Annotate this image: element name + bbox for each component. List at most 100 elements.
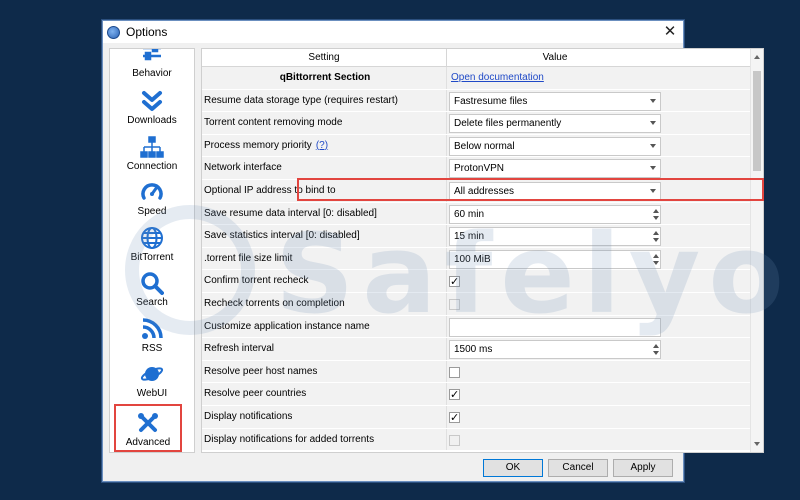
added-torrent-notifications-checkbox[interactable] xyxy=(449,434,460,446)
advanced-settings-table: Setting Value qBittorrent Section Open d… xyxy=(201,48,764,453)
torrent-size-limit-spinbox[interactable]: 100 MiB xyxy=(449,249,661,269)
table-row: Resolve peer countries ✓ xyxy=(202,383,763,406)
help-link[interactable]: (?) xyxy=(316,140,328,151)
setting-label: Display notifications xyxy=(202,405,447,428)
sidebar-item-search[interactable]: Search xyxy=(110,264,194,310)
sidebar-item-bittorrent[interactable]: BitTorrent xyxy=(110,219,194,265)
table-row: Save statistics interval [0: disabled] 1… xyxy=(202,225,763,248)
table-row: Recheck torrents on completion xyxy=(202,292,763,316)
sidebar-item-downloads[interactable]: Downloads xyxy=(110,82,194,128)
dropdown-value: ProtonVPN xyxy=(454,163,505,175)
bind-ip-dropdown[interactable]: All addresses xyxy=(449,181,661,201)
dropdown-value: Below normal xyxy=(454,140,515,152)
spin-down-icon[interactable] xyxy=(653,260,659,265)
setting-label: Torrent content removing mode xyxy=(202,112,447,134)
table-row: Display notifications ✓ xyxy=(202,405,763,429)
table-row: Customize application instance name xyxy=(202,315,763,339)
apply-button[interactable]: Apply xyxy=(613,459,673,477)
column-header-value[interactable]: Value xyxy=(447,49,663,66)
dropdown-arrow-icon xyxy=(650,143,656,148)
display-notifications-checkbox[interactable]: ✓ xyxy=(449,411,460,423)
table-row: Display notifications for added torrents xyxy=(202,428,763,452)
column-header-setting[interactable]: Setting xyxy=(202,49,447,66)
double-chevron-down-icon xyxy=(142,91,162,111)
speedometer-icon xyxy=(141,183,163,200)
sidebar-item-behavior[interactable]: Behavior xyxy=(110,49,194,81)
close-button[interactable]: ✕ xyxy=(661,23,679,41)
dropdown-arrow-icon xyxy=(650,121,656,126)
scroll-up-icon[interactable] xyxy=(754,55,760,59)
ok-button[interactable]: OK xyxy=(483,459,543,477)
network-interface-dropdown[interactable]: ProtonVPN xyxy=(449,159,661,179)
spinbox-value: 60 min xyxy=(454,208,485,220)
dropdown-arrow-icon xyxy=(650,98,656,103)
setting-label-text: Process memory priority xyxy=(204,139,312,151)
content-removing-mode-dropdown[interactable]: Delete files permanently xyxy=(449,114,661,134)
window-title: Options xyxy=(126,25,168,39)
recheck-on-completion-checkbox[interactable] xyxy=(449,298,460,310)
setting-label: Save statistics interval [0: disabled] xyxy=(202,225,447,247)
qbittorrent-icon xyxy=(107,25,120,39)
setting-label: Resolve peer host names xyxy=(202,360,447,383)
title-bar[interactable]: Options ✕ xyxy=(103,21,683,43)
table-row: Resolve peer host names xyxy=(202,360,763,384)
scroll-down-icon[interactable] xyxy=(754,442,760,446)
open-documentation-link[interactable]: Open documentation xyxy=(449,72,544,83)
setting-label: Process memory priority (?) xyxy=(202,134,447,157)
dropdown-arrow-icon xyxy=(650,166,656,171)
cancel-button[interactable]: Cancel xyxy=(548,459,608,477)
memory-priority-dropdown[interactable]: Below normal xyxy=(449,136,661,156)
table-row: Resume data storage type (requires resta… xyxy=(202,89,763,113)
spin-up-icon[interactable] xyxy=(653,208,659,213)
vertical-scrollbar[interactable] xyxy=(750,49,763,452)
setting-label: Resume data storage type (requires resta… xyxy=(202,89,447,112)
instance-name-input[interactable] xyxy=(449,317,661,337)
setting-label: Optional IP address to bind to xyxy=(202,179,447,202)
sidebar-item-advanced[interactable]: Advanced xyxy=(114,404,182,452)
confirm-recheck-checkbox[interactable]: ✓ xyxy=(449,276,460,288)
planet-icon xyxy=(140,367,164,381)
sidebar-item-rss[interactable]: RSS xyxy=(110,310,194,356)
sidebar-item-label: BitTorrent xyxy=(130,252,174,263)
sidebar-item-speed[interactable]: Speed xyxy=(110,173,194,219)
table-row: Torrent content removing mode Delete fil… xyxy=(202,112,763,135)
sidebar-item-connection[interactable]: Connection xyxy=(110,128,194,174)
spin-down-icon[interactable] xyxy=(653,215,659,220)
sidebar-item-label: Speed xyxy=(137,206,167,217)
spin-up-icon[interactable] xyxy=(653,231,659,236)
statistics-interval-spinbox[interactable]: 15 min xyxy=(449,227,661,247)
dropdown-value: Delete files permanently xyxy=(454,118,562,130)
spin-up-icon[interactable] xyxy=(653,253,659,258)
table-row: Network interface ProtonVPN xyxy=(202,157,763,180)
resume-data-storage-dropdown[interactable]: Fastresume files xyxy=(449,91,661,111)
table-row: Confirm torrent recheck ✓ xyxy=(202,270,763,293)
spinbox-value: 15 min xyxy=(454,231,485,243)
spinbox-value: 100 MiB xyxy=(454,253,491,265)
sliders-icon xyxy=(143,49,161,61)
sidebar-item-label: RSS xyxy=(141,343,163,354)
resolve-host-names-checkbox[interactable] xyxy=(449,366,460,378)
resolve-countries-checkbox[interactable]: ✓ xyxy=(449,389,460,401)
refresh-interval-spinbox[interactable]: 1500 ms xyxy=(449,340,661,360)
spin-down-icon[interactable] xyxy=(653,351,659,356)
network-icon xyxy=(140,136,164,158)
spin-up-icon[interactable] xyxy=(653,344,659,349)
tools-icon xyxy=(138,413,158,432)
resume-interval-spinbox[interactable]: 60 min xyxy=(449,204,661,224)
scroll-thumb[interactable] xyxy=(753,71,761,171)
sidebar-item-label: Behavior xyxy=(132,68,172,79)
sidebar-item-label: Downloads xyxy=(127,115,177,126)
options-dialog: Options ✕ Behavior Downloads Connection … xyxy=(102,20,764,482)
setting-label: Save resume data interval [0: disabled] xyxy=(202,202,447,225)
setting-label: Recheck torrents on completion xyxy=(202,292,447,315)
setting-label: Confirm torrent recheck xyxy=(202,270,447,292)
spin-down-icon[interactable] xyxy=(653,238,659,243)
sidebar-item-label: Connection xyxy=(126,161,178,172)
dropdown-arrow-icon xyxy=(650,188,656,193)
setting-label: Network interface xyxy=(202,157,447,179)
table-row: .torrent file size limit 100 MiB xyxy=(202,247,763,271)
globe-icon xyxy=(141,227,163,249)
section-row: qBittorrent Section Open documentation xyxy=(202,67,763,90)
table-row: Optional IP address to bind to All addre… xyxy=(202,179,763,203)
sidebar-item-webui[interactable]: WebUI xyxy=(110,355,194,401)
